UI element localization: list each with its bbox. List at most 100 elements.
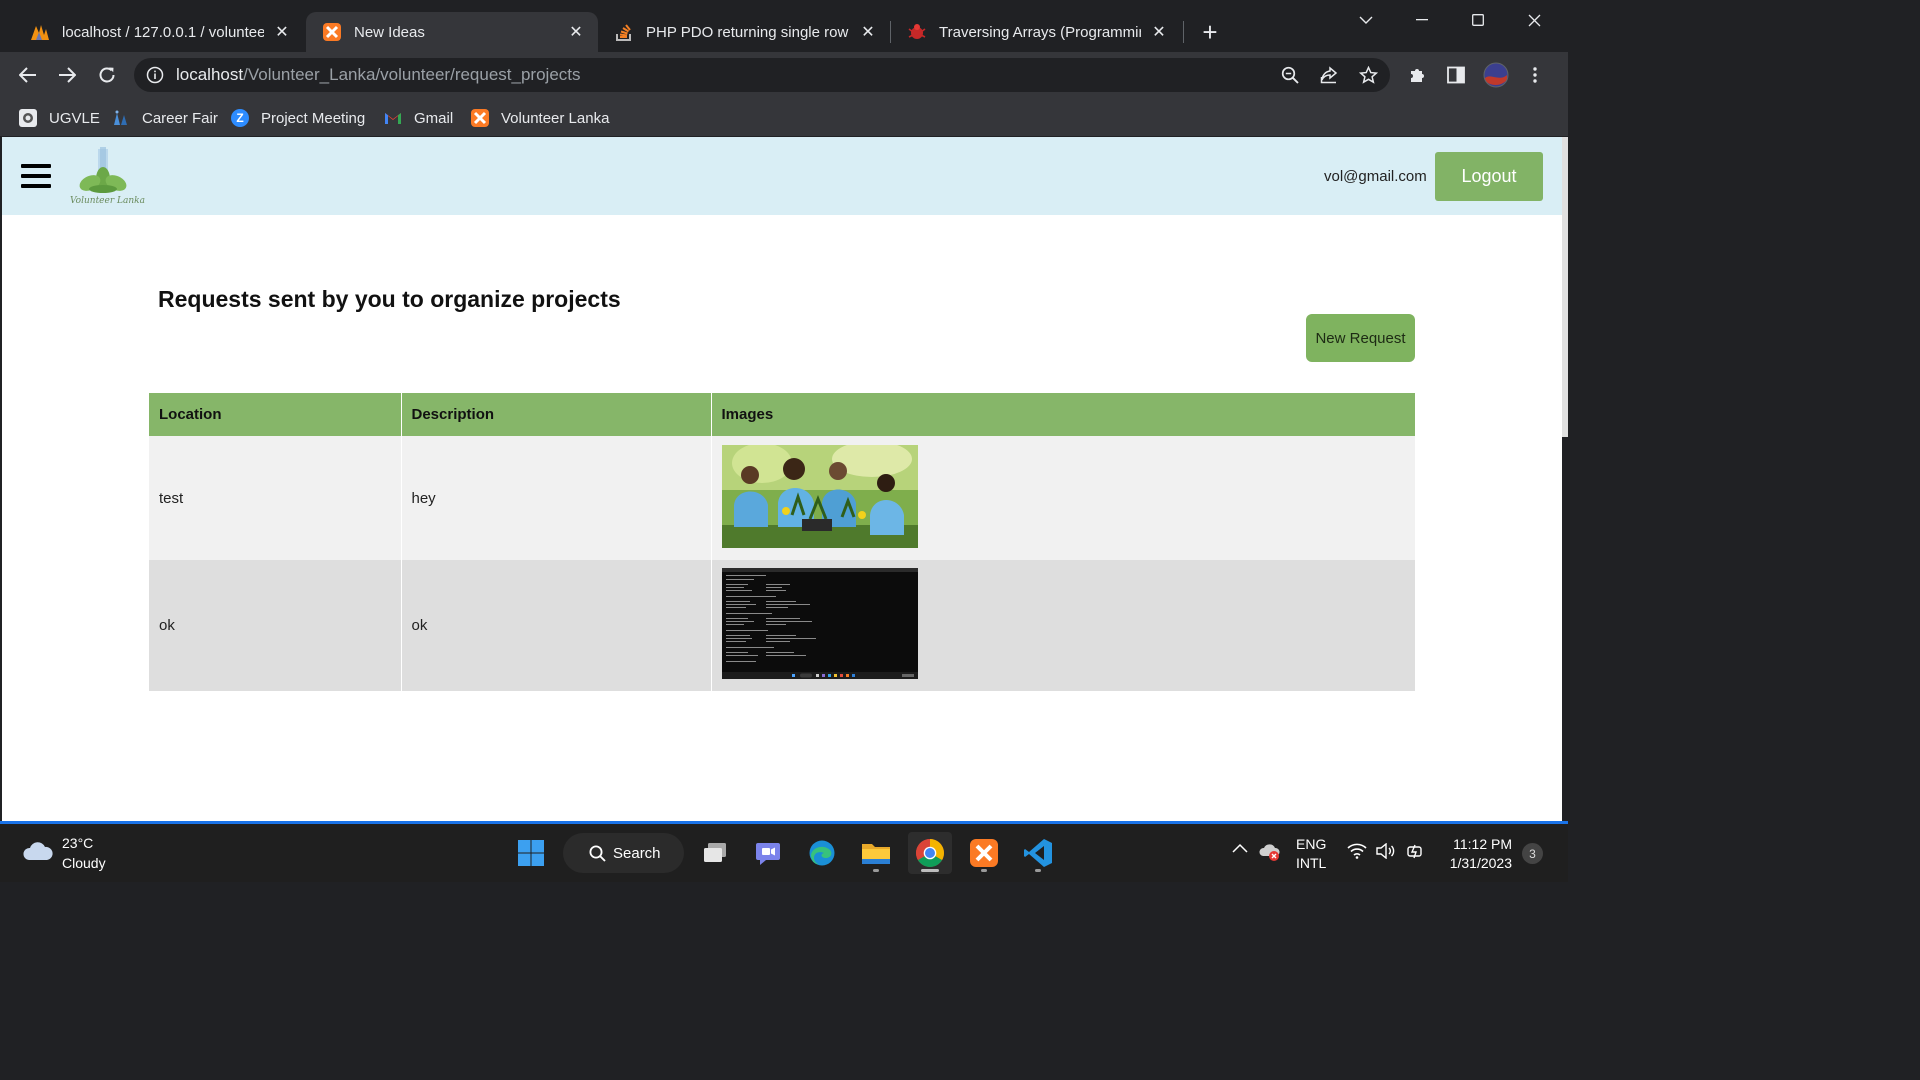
new-request-button[interactable]: New Request — [1306, 314, 1415, 362]
side-panel-icon[interactable] — [1441, 60, 1471, 90]
volunteers-planting-photo[interactable] — [721, 444, 918, 552]
zoom-icon[interactable] — [1275, 60, 1305, 90]
forward-arrow-icon[interactable] — [52, 60, 82, 90]
requests-table: Location Description Images test hey ok … — [149, 393, 1415, 691]
tab-php-pdo[interactable]: PHP PDO returning single row - S ✕ — [598, 12, 890, 52]
cell-description: ok — [401, 560, 712, 691]
menu-icon[interactable] — [21, 164, 51, 188]
cell-images — [711, 560, 1415, 691]
cell-location: test — [149, 436, 402, 560]
profile-avatar[interactable] — [1481, 60, 1511, 90]
lang-secondary: INTL — [1296, 855, 1327, 871]
more-vertical-icon[interactable] — [1520, 60, 1550, 90]
chevron-up-icon[interactable] — [1232, 840, 1248, 858]
task-view-icon[interactable] — [693, 832, 737, 874]
bookmark-label: Volunteer Lanka — [501, 109, 610, 127]
weather-temp: 23°C — [62, 835, 94, 851]
tab-title: localhost / 127.0.0.1 / volunteer_l — [62, 23, 264, 41]
vscode-icon[interactable] — [1016, 832, 1060, 874]
address-bar[interactable]: localhost/Volunteer_Lanka/volunteer/requ… — [134, 58, 1390, 92]
tab-traversing-arrays[interactable]: Traversing Arrays (Programming ✕ — [891, 12, 1181, 52]
battery-icon[interactable] — [1405, 842, 1427, 865]
chrome-icon[interactable] — [908, 832, 952, 874]
bookmark-star-icon[interactable] — [1353, 60, 1383, 90]
notification-badge[interactable]: 3 — [1522, 843, 1543, 864]
running-indicator — [921, 869, 939, 872]
taskbar-clock[interactable]: 11:12 PM 1/31/2023 — [1442, 835, 1512, 873]
bookmarks-bar: UGVLE Career Fair Z Project Meeting Gmai… — [0, 98, 1568, 136]
wifi-icon[interactable] — [1347, 843, 1367, 864]
cell-location: ok — [149, 560, 402, 691]
logout-button[interactable]: Logout — [1435, 152, 1543, 201]
start-button[interactable] — [509, 832, 553, 874]
url-text: localhost/Volunteer_Lanka/volunteer/requ… — [176, 65, 581, 85]
url-host: localhost — [176, 65, 244, 84]
bookmark-ugvle[interactable]: UGVLE — [19, 104, 100, 132]
bookmark-label: UGVLE — [49, 109, 100, 127]
language-indicator[interactable]: ENG INTL — [1296, 835, 1326, 873]
tab-title: Traversing Arrays (Programming — [939, 23, 1141, 41]
cloud-icon — [22, 840, 54, 867]
volume-icon[interactable] — [1376, 842, 1396, 864]
close-icon[interactable]: ✕ — [566, 22, 586, 42]
tab-phpmyadmin[interactable]: localhost / 127.0.0.1 / volunteer_l ✕ — [14, 12, 304, 52]
running-indicator — [981, 869, 987, 872]
xampp-icon — [322, 22, 342, 42]
file-explorer-icon[interactable] — [854, 832, 898, 874]
onedrive-error-icon[interactable] — [1259, 842, 1281, 867]
taskbar-search[interactable]: Search — [563, 833, 684, 873]
cell-images — [711, 436, 1415, 560]
lang-primary: ENG — [1296, 836, 1327, 852]
tab-title: PHP PDO returning single row - S — [646, 23, 850, 41]
running-indicator — [873, 869, 879, 872]
windows-taskbar: 23°C Cloudy Search ENG INTL 11:12 PM 1/3… — [0, 824, 1568, 882]
edge-browser-icon[interactable] — [800, 832, 844, 874]
table-header-row: Location Description Images — [149, 393, 1415, 436]
back-arrow-icon[interactable] — [13, 60, 43, 90]
column-header-description: Description — [401, 393, 712, 436]
reload-icon[interactable] — [92, 60, 122, 90]
phpmyadmin-icon — [30, 22, 50, 42]
tab-strip: localhost / 127.0.0.1 / volunteer_l ✕ Ne… — [0, 0, 1568, 52]
tab-new-ideas[interactable]: New Ideas ✕ — [306, 12, 598, 52]
page-viewport: Volunteer Lanka vol@gmail.com Logout Req… — [2, 137, 1562, 821]
zoom-icon: Z — [231, 109, 249, 127]
tab-search-chevron-icon[interactable] — [1352, 8, 1380, 32]
tab-separator — [1183, 21, 1184, 43]
share-icon[interactable] — [1314, 60, 1344, 90]
bookmark-career-fair[interactable]: Career Fair — [112, 104, 218, 132]
extensions-icon[interactable] — [1402, 60, 1432, 90]
close-window-icon[interactable] — [1520, 8, 1548, 32]
site-header: Volunteer Lanka vol@gmail.com Logout — [2, 137, 1562, 215]
weather-widget[interactable]: 23°C Cloudy — [22, 833, 106, 873]
user-email: vol@gmail.com — [1324, 168, 1427, 185]
minimize-icon[interactable] — [1408, 8, 1436, 32]
bookmark-gmail[interactable]: Gmail — [384, 104, 453, 132]
close-icon[interactable]: ✕ — [858, 22, 878, 42]
bug-icon — [907, 22, 927, 42]
clock-time: 11:12 PM — [1453, 836, 1512, 852]
tab-title: New Ideas — [354, 23, 425, 41]
teams-chat-icon[interactable] — [746, 832, 790, 874]
close-icon[interactable]: ✕ — [1149, 22, 1169, 42]
stackoverflow-icon — [614, 22, 634, 42]
page-scrollbar[interactable] — [1562, 137, 1568, 821]
maximize-icon[interactable] — [1464, 8, 1492, 32]
page-title: Requests sent by you to organize project… — [158, 286, 621, 312]
new-tab-button[interactable]: + — [1196, 19, 1224, 47]
xampp-icon — [471, 109, 489, 127]
terminal-screenshot[interactable] — [721, 568, 918, 683]
search-label: Search — [613, 844, 661, 862]
logo-text: Volunteer Lanka — [70, 196, 145, 206]
bookmark-project-meeting[interactable]: Z Project Meeting — [231, 104, 365, 132]
bookmark-label: Career Fair — [142, 109, 218, 127]
close-icon[interactable]: ✕ — [272, 22, 292, 42]
xampp-icon[interactable] — [962, 832, 1006, 874]
career-fair-icon — [112, 109, 130, 127]
site-info-icon[interactable] — [146, 66, 164, 84]
bookmark-volunteer-lanka[interactable]: Volunteer Lanka — [471, 104, 609, 132]
url-path: /Volunteer_Lanka/volunteer/request_proje… — [243, 65, 581, 84]
bookmark-label: Gmail — [414, 109, 454, 127]
bookmark-label: Project Meeting — [261, 109, 366, 127]
ugvle-icon — [19, 109, 37, 127]
